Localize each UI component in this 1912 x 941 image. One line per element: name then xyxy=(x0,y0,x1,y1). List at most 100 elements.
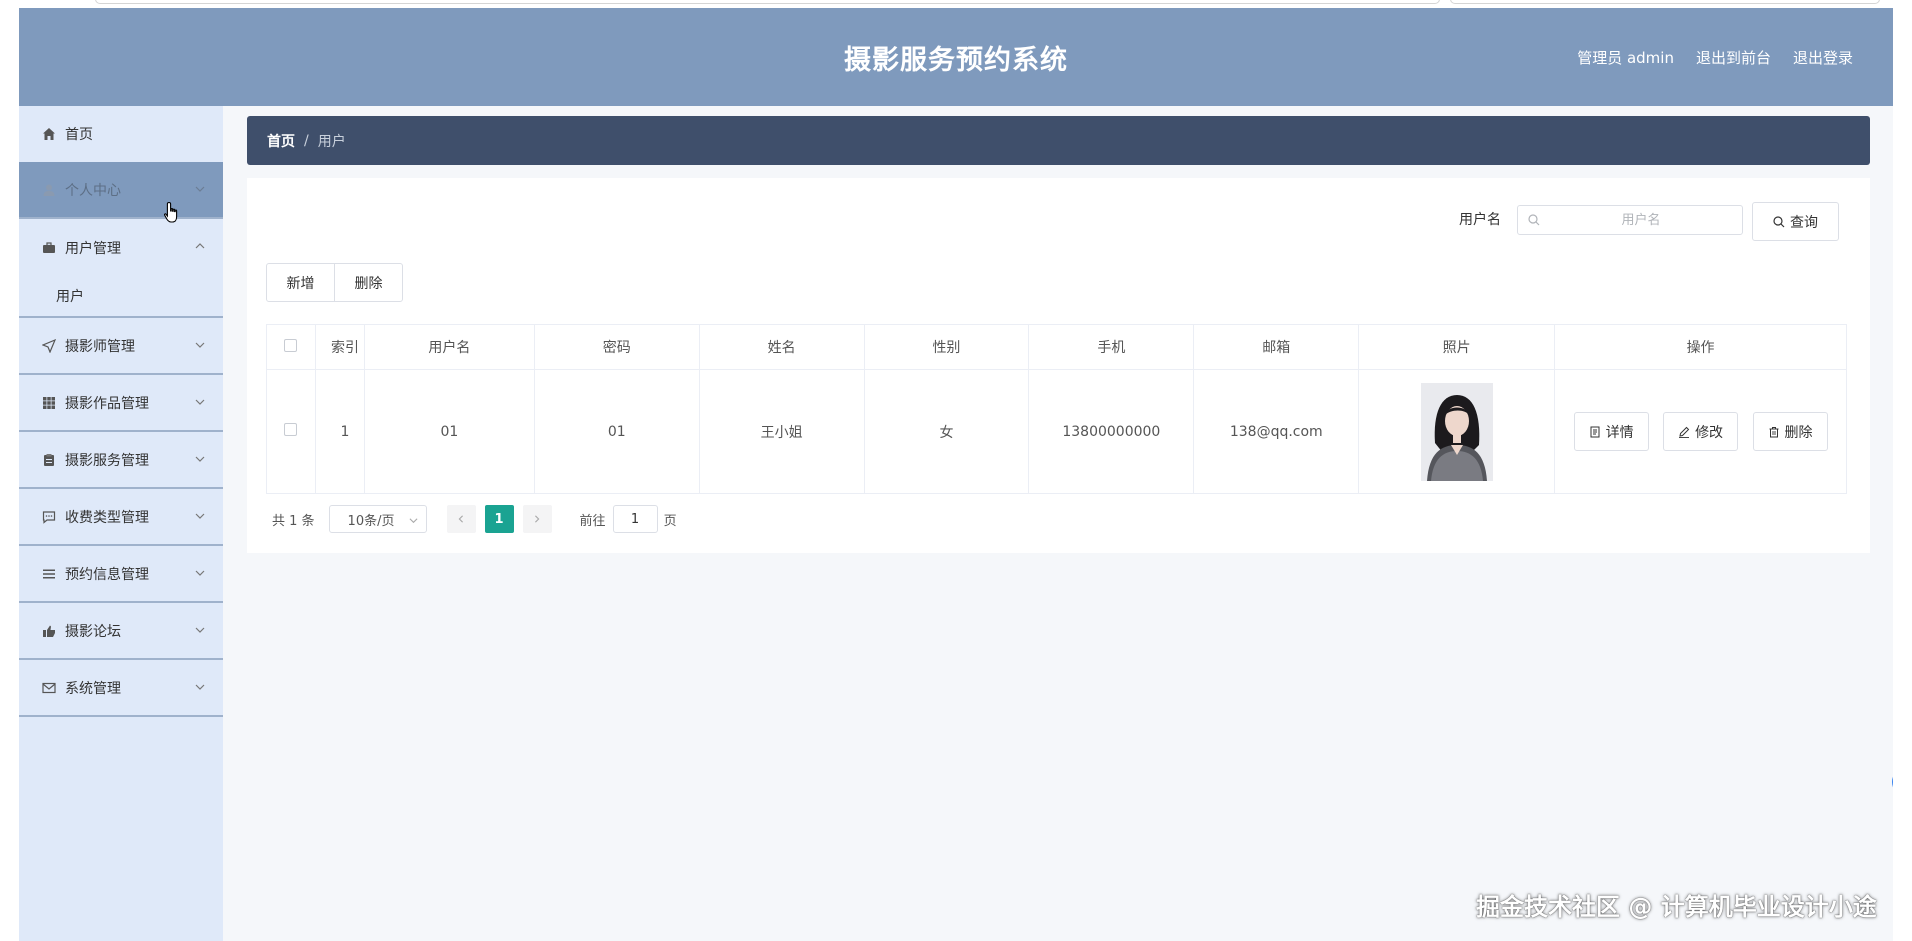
add-button[interactable]: 新增 xyxy=(266,263,335,302)
browser-search-bar[interactable] xyxy=(1450,0,1880,4)
page-size-select[interactable]: 10条/页 xyxy=(328,505,427,533)
breadcrumb-separator: / xyxy=(304,132,309,149)
pagination: 共 1 条 10条/页 1 前往 1 页 xyxy=(266,505,677,533)
sidebar-item-photo-service-management[interactable]: 摄影服务管理 xyxy=(19,432,223,489)
cell-photo xyxy=(1358,369,1556,494)
sidebar-subitem-users[interactable]: 用户 xyxy=(19,276,223,318)
query-button[interactable]: 查询 xyxy=(1752,202,1839,241)
sidebar-item-label: 首页 xyxy=(65,127,93,143)
column-header-photo: 照片 xyxy=(1358,324,1556,370)
sidebar-item-label: 用户管理 xyxy=(65,240,121,257)
home-icon xyxy=(41,126,57,142)
search-label: 用户名 xyxy=(1459,212,1501,228)
search-field[interactable] xyxy=(1517,205,1743,235)
goto-page-input[interactable]: 1 xyxy=(612,505,658,533)
detail-button[interactable]: 详情 xyxy=(1573,412,1649,451)
pagination-total: 共 1 条 xyxy=(272,513,315,529)
table-row: 1 01 01 王小姐 女 13800000000 138@qq.com 详情 … xyxy=(266,369,1847,494)
chevron-down-icon xyxy=(195,342,205,348)
chevron-down-icon xyxy=(195,570,205,576)
sidebar-item-photo-works-management[interactable]: 摄影作品管理 xyxy=(19,375,223,432)
edit-button-label: 修改 xyxy=(1695,424,1724,441)
prev-page-button[interactable] xyxy=(446,505,476,533)
page-number-current[interactable]: 1 xyxy=(484,505,514,533)
sidebar-item-booking-info-management[interactable]: 预约信息管理 xyxy=(19,546,223,603)
page-size-value: 10条/页 xyxy=(347,513,395,529)
watermark-text: 掘金技术社区 @ 计算机毕业设计小途 xyxy=(1476,893,1877,921)
sidebar-subitem-label: 用户 xyxy=(56,289,84,305)
cell-email: 138@qq.com xyxy=(1193,369,1360,494)
username-search-input[interactable] xyxy=(1546,209,1736,231)
message-icon xyxy=(41,509,57,525)
select-all-checkbox-cell[interactable] xyxy=(266,324,316,370)
sidebar-item-label: 摄影师管理 xyxy=(65,338,135,355)
table-header-row: 索引 用户名 密码 姓名 性别 手机 邮箱 照片 操作 xyxy=(266,324,1847,370)
breadcrumb-current: 用户 xyxy=(317,133,346,150)
sidebar-item-label: 摄影作品管理 xyxy=(65,395,149,412)
chevron-down-icon xyxy=(195,513,205,519)
column-header-password: 密码 xyxy=(533,324,700,370)
cell-index: 1 xyxy=(314,369,365,494)
edit-button[interactable]: 修改 xyxy=(1663,412,1739,451)
column-header-index: 索引 xyxy=(314,324,365,370)
column-header-gender: 性别 xyxy=(863,324,1030,370)
cell-password: 01 xyxy=(533,369,700,494)
chevron-left-icon xyxy=(458,515,464,523)
chevron-down-icon xyxy=(195,456,205,462)
sidebar-item-personal-center[interactable]: 个人中心 xyxy=(19,162,223,219)
user-table: 索引 用户名 密码 姓名 性别 手机 邮箱 照片 操作 1 01 01 王小姐 … xyxy=(266,324,1847,494)
chevron-up-icon xyxy=(195,243,205,249)
sidebar-item-user-management[interactable]: 用户管理 xyxy=(19,219,223,276)
detail-button-label: 详情 xyxy=(1605,424,1634,441)
column-header-phone: 手机 xyxy=(1028,324,1195,370)
cell-gender: 女 xyxy=(863,369,1030,494)
sidebar-item-label: 摄影服务管理 xyxy=(65,452,149,469)
breadcrumb-home-link[interactable]: 首页 xyxy=(267,131,295,151)
sidebar-item-label: 摄影论坛 xyxy=(65,623,121,640)
user-photo-thumbnail[interactable] xyxy=(1420,382,1493,481)
sidebar: 首页 个人中心 用户管理 用户 摄影师管理 摄影作品管理 摄影服务管理 收费类型… xyxy=(19,106,223,941)
user-icon xyxy=(41,182,57,198)
column-header-name: 姓名 xyxy=(698,324,865,370)
sidebar-item-photographer-management[interactable]: 摄影师管理 xyxy=(19,318,223,375)
goto-page-suffix: 页 xyxy=(663,513,677,529)
select-all-checkbox[interactable] xyxy=(284,338,298,352)
chevron-down-icon xyxy=(195,399,205,405)
trash-icon xyxy=(1769,426,1779,437)
breadcrumb: 首页 / 用户 xyxy=(247,116,1870,165)
cell-actions: 详情 修改 删除 xyxy=(1554,369,1847,494)
batch-delete-button[interactable]: 删除 xyxy=(334,263,403,302)
chevron-right-icon xyxy=(535,515,540,523)
chevron-down-icon xyxy=(409,518,418,524)
delete-row-button[interactable]: 删除 xyxy=(1752,412,1828,451)
logout-link[interactable]: 退出登录 xyxy=(1793,47,1853,68)
main-panel: 用户名 查询 新增 删除 索引 用户名 密码 姓名 性别 xyxy=(247,178,1870,553)
pencil-icon xyxy=(1679,426,1690,438)
row-checkbox[interactable] xyxy=(284,423,298,436)
column-header-username: 用户名 xyxy=(363,324,535,370)
grid-icon xyxy=(41,395,57,411)
sidebar-item-home[interactable]: 首页 xyxy=(19,106,223,162)
back-to-front-link[interactable]: 退出到前台 xyxy=(1696,47,1771,68)
cell-phone: 13800000000 xyxy=(1028,369,1195,494)
search-icon xyxy=(1528,214,1540,226)
sidebar-item-fee-type-management[interactable]: 收费类型管理 xyxy=(19,489,223,546)
column-header-email: 邮箱 xyxy=(1193,324,1360,370)
sidebar-item-system-management[interactable]: 系统管理 xyxy=(19,660,223,717)
document-icon xyxy=(1590,426,1600,437)
chevron-down-icon xyxy=(195,627,205,633)
side-collapse-button[interactable] xyxy=(1892,767,1893,797)
browser-chrome xyxy=(0,0,1912,8)
app-frame: 摄影服务预约系统 管理员 admin 退出到前台 退出登录 首页 个人中心 用户… xyxy=(19,8,1893,941)
sidebar-item-photo-forum[interactable]: 摄影论坛 xyxy=(19,603,223,660)
row-checkbox-cell[interactable] xyxy=(266,369,316,494)
sidebar-item-label: 收费类型管理 xyxy=(65,509,149,526)
sidebar-item-label: 系统管理 xyxy=(65,680,121,697)
admin-user-label: 管理员 admin xyxy=(1577,49,1674,67)
next-page-button[interactable] xyxy=(522,505,552,533)
thumb-icon xyxy=(41,623,57,639)
chevron-down-icon xyxy=(195,186,205,192)
address-bar[interactable] xyxy=(95,0,1440,4)
sidebar-item-label: 预约信息管理 xyxy=(65,566,149,583)
mail-icon xyxy=(41,680,57,696)
